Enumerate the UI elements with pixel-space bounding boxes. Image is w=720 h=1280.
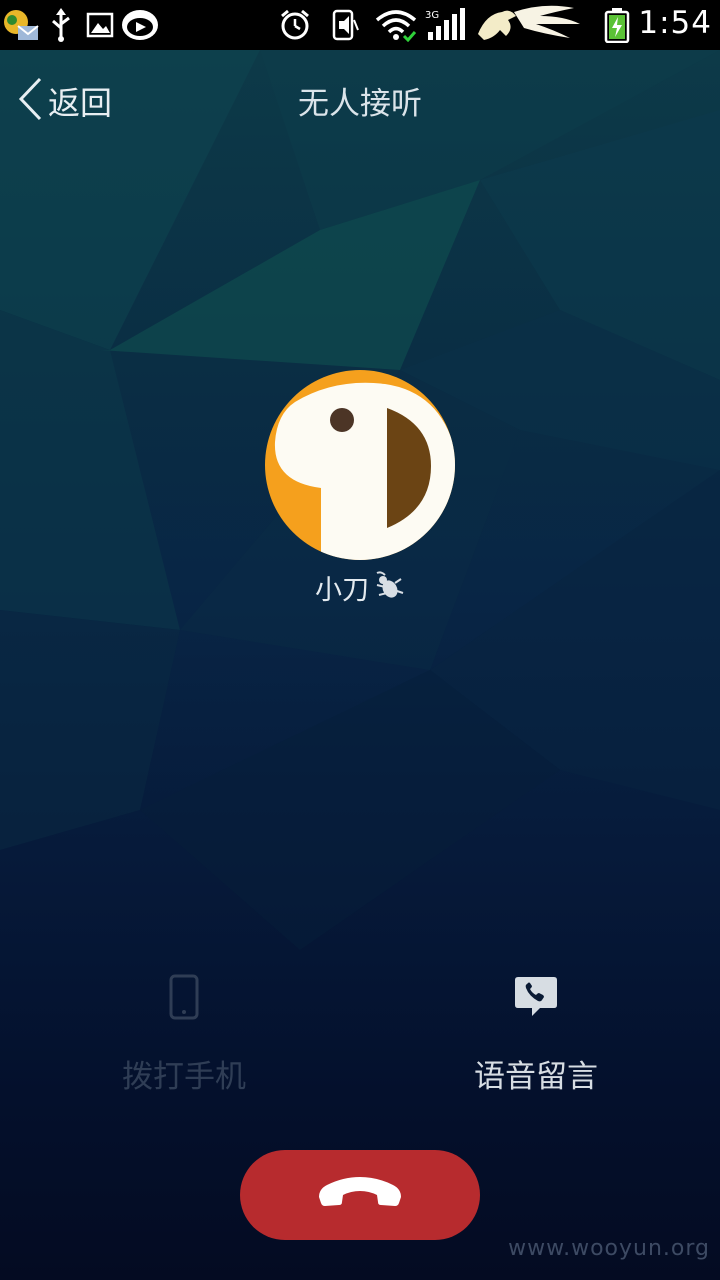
phone-icon — [169, 965, 199, 1029]
hangup-icon — [315, 1175, 405, 1215]
signal-icon: 3G — [424, 8, 468, 42]
status-time: 1:54 — [638, 5, 712, 41]
avatar — [265, 370, 455, 560]
watermark: www.wooyun.org — [508, 1236, 710, 1261]
voice-message-button[interactable]: 语音留言 — [406, 965, 666, 1105]
wifi-icon — [374, 8, 418, 42]
voice-message-label: 语音留言 — [474, 1059, 598, 1095]
call-mobile-label: 拨打手机 — [122, 1059, 246, 1095]
image-icon — [86, 8, 114, 42]
bug-icon — [371, 569, 405, 607]
svg-text:3G: 3G — [425, 10, 439, 21]
status-bar: 3G 1:54 — [0, 0, 720, 50]
app-icon — [120, 8, 160, 42]
battery-icon — [604, 8, 630, 43]
alarm-icon — [278, 8, 312, 42]
vibrate-icon — [328, 8, 362, 42]
hangup-button[interactable] — [240, 1150, 480, 1240]
usb-icon — [48, 8, 74, 42]
notification-icon — [2, 8, 40, 42]
contact-name-row: 小刀 — [0, 568, 720, 607]
page-title: 无人接听 — [298, 86, 422, 122]
contact-name: 小刀 — [315, 575, 369, 606]
horse-logo-icon — [474, 5, 584, 42]
call-mobile-button[interactable]: 拨打手机 — [54, 965, 314, 1105]
voice-message-icon — [514, 965, 558, 1029]
